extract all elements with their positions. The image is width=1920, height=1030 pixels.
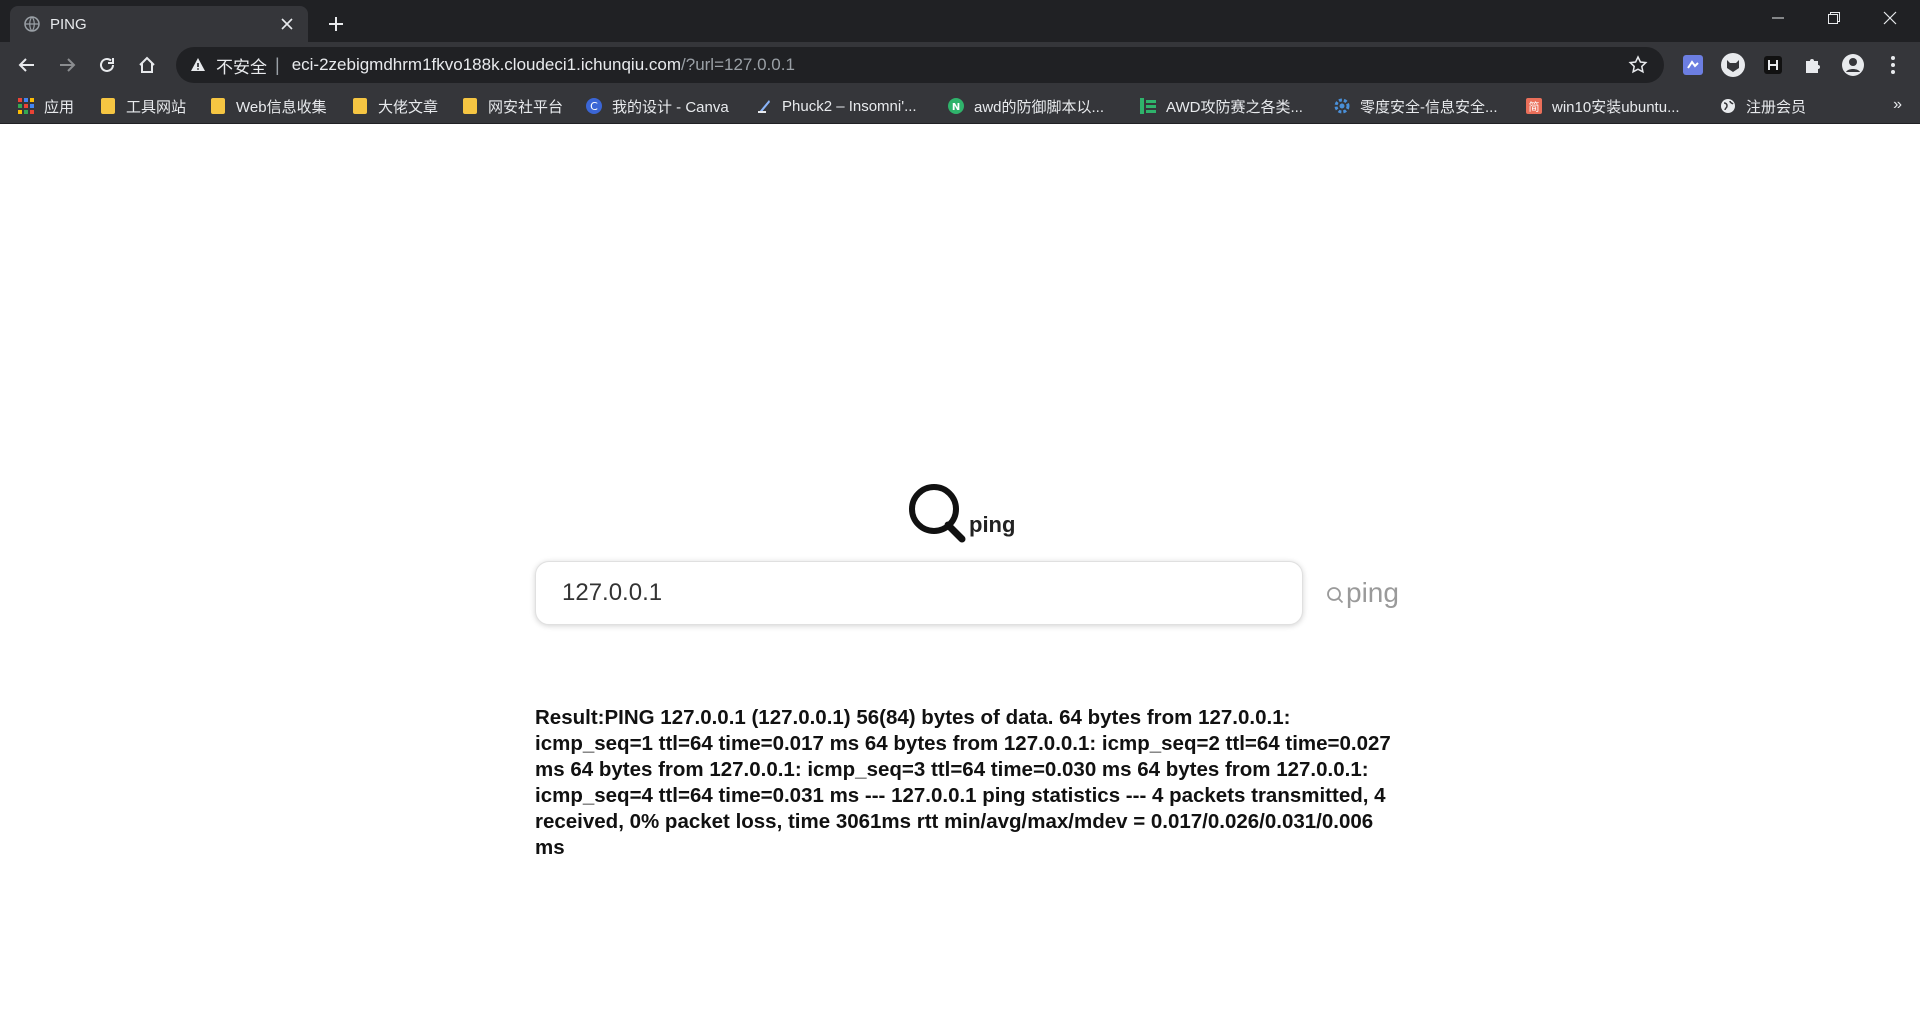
url-separator: |: [275, 54, 280, 75]
apps-grid-icon: [18, 98, 34, 114]
ping-button-label: ping: [1346, 577, 1399, 608]
bookmark-label: AWD攻防赛之各类...: [1166, 98, 1303, 116]
bookmark-label: awd的防御脚本以...: [974, 98, 1105, 116]
bookmark-canva[interactable]: C 我的设计 - Canva: [586, 94, 729, 118]
bookmark-label: 网安社平台: [488, 98, 564, 116]
bookmark-apps[interactable]: 应用: [18, 94, 74, 118]
canva-icon: C: [586, 98, 602, 114]
bookmark-label: Web信息收集: [236, 98, 327, 116]
tab-ping[interactable]: PING: [10, 6, 308, 42]
bookmark-zero-security[interactable]: 零度安全-信息安全...: [1334, 94, 1498, 118]
bookmark-phuck2[interactable]: Phuck2 – Insomni'...: [756, 94, 917, 118]
bookmark-win10-ubuntu[interactable]: 简 win10安装ubuntu...: [1526, 94, 1680, 118]
bookmark-folder-articles[interactable]: 大佬文章: [352, 94, 438, 118]
bookmark-label: 工具网站: [126, 98, 187, 116]
warning-icon[interactable]: [190, 57, 206, 73]
bookmark-label: 应用: [44, 98, 75, 116]
globe-icon: [1720, 98, 1736, 114]
bookmark-label: 我的设计 - Canva: [612, 98, 729, 116]
bookmark-folder-tools[interactable]: 工具网站: [100, 94, 186, 118]
extension-blue-icon[interactable]: [1680, 52, 1706, 78]
tab-title: PING: [50, 15, 87, 33]
profile-avatar-icon[interactable]: [1840, 52, 1866, 78]
bookmark-folder-platform[interactable]: 网安社平台: [462, 94, 563, 118]
bookmarks-overflow-button[interactable]: »: [1893, 96, 1902, 114]
folder-icon: [210, 98, 226, 114]
bookmark-star-icon[interactable]: [1628, 55, 1648, 75]
close-tab-icon[interactable]: [276, 13, 298, 35]
minimize-icon[interactable]: [1750, 0, 1806, 36]
bookmark-awd-defense[interactable]: N awd的防御脚本以...: [948, 94, 1104, 118]
menu-kebab-icon[interactable]: [1880, 52, 1906, 78]
close-window-icon[interactable]: [1862, 0, 1918, 36]
bookmark-label: 大佬文章: [378, 98, 439, 116]
reload-icon[interactable]: [92, 50, 122, 80]
tab-strip: PING: [0, 0, 1920, 42]
svg-text:简: 简: [1529, 100, 1540, 114]
back-icon[interactable]: [12, 50, 42, 80]
restore-icon[interactable]: [1806, 0, 1862, 36]
svg-text:C: C: [590, 100, 598, 113]
forward-icon[interactable]: [52, 50, 82, 80]
bookmark-label: 注册会员: [1746, 98, 1807, 116]
address-bar[interactable]: 不安全 | eci-2zebigmdhrm1fkvo188k.cloudeci1…: [176, 47, 1664, 83]
bookmarks-bar: 应用 工具网站 Web信息收集 大佬文章 网安社平台 C 我的设计 - Canv…: [0, 88, 1920, 124]
bookmark-register[interactable]: 注册会员: [1720, 94, 1806, 118]
new-tab-button[interactable]: [322, 10, 350, 38]
url-path[interactable]: /?url=127.0.0.1: [681, 55, 795, 75]
bookmark-label: 零度安全-信息安全...: [1360, 98, 1498, 116]
page-icon: [756, 98, 772, 114]
bookmark-awd-attack[interactable]: AWD攻防赛之各类...: [1140, 94, 1303, 118]
green-bars-icon: [1140, 98, 1156, 114]
bookmark-label: Phuck2 – Insomni'...: [782, 97, 917, 115]
bookmark-folder-web-info[interactable]: Web信息收集: [210, 94, 327, 118]
globe-icon: [24, 16, 40, 32]
url-host[interactable]: eci-2zebigmdhrm1fkvo188k.cloudeci1.ichun…: [292, 55, 681, 75]
folder-icon: [462, 98, 478, 114]
page-content: ping ping Result:PING 127.0.0.1 (127.0.0…: [0, 125, 1920, 1030]
folder-icon: [352, 98, 368, 114]
extension-fox-icon[interactable]: [1720, 52, 1746, 78]
folder-icon: [100, 98, 116, 114]
extensions-puzzle-icon[interactable]: [1800, 52, 1826, 78]
jianshu-icon: 简: [1526, 98, 1542, 114]
ping-result-text: Result:PING 127.0.0.1 (127.0.0.1) 56(84)…: [535, 706, 1391, 859]
svg-text:N: N: [952, 102, 960, 113]
security-label[interactable]: 不安全: [216, 53, 267, 78]
gear-site-icon: [1334, 98, 1350, 114]
ping-logo: ping: [907, 482, 1017, 552]
url-input[interactable]: [535, 561, 1303, 625]
ping-submit-button[interactable]: ping: [1326, 575, 1399, 611]
extension-h-icon[interactable]: [1760, 52, 1786, 78]
home-icon[interactable]: [132, 50, 162, 80]
magnifier-logo-icon: [909, 484, 966, 543]
search-icon: [1327, 587, 1344, 604]
bookmark-label: win10安装ubuntu...: [1552, 98, 1680, 116]
n-circle-icon: N: [948, 98, 964, 114]
logo-text: ping: [969, 512, 1016, 537]
